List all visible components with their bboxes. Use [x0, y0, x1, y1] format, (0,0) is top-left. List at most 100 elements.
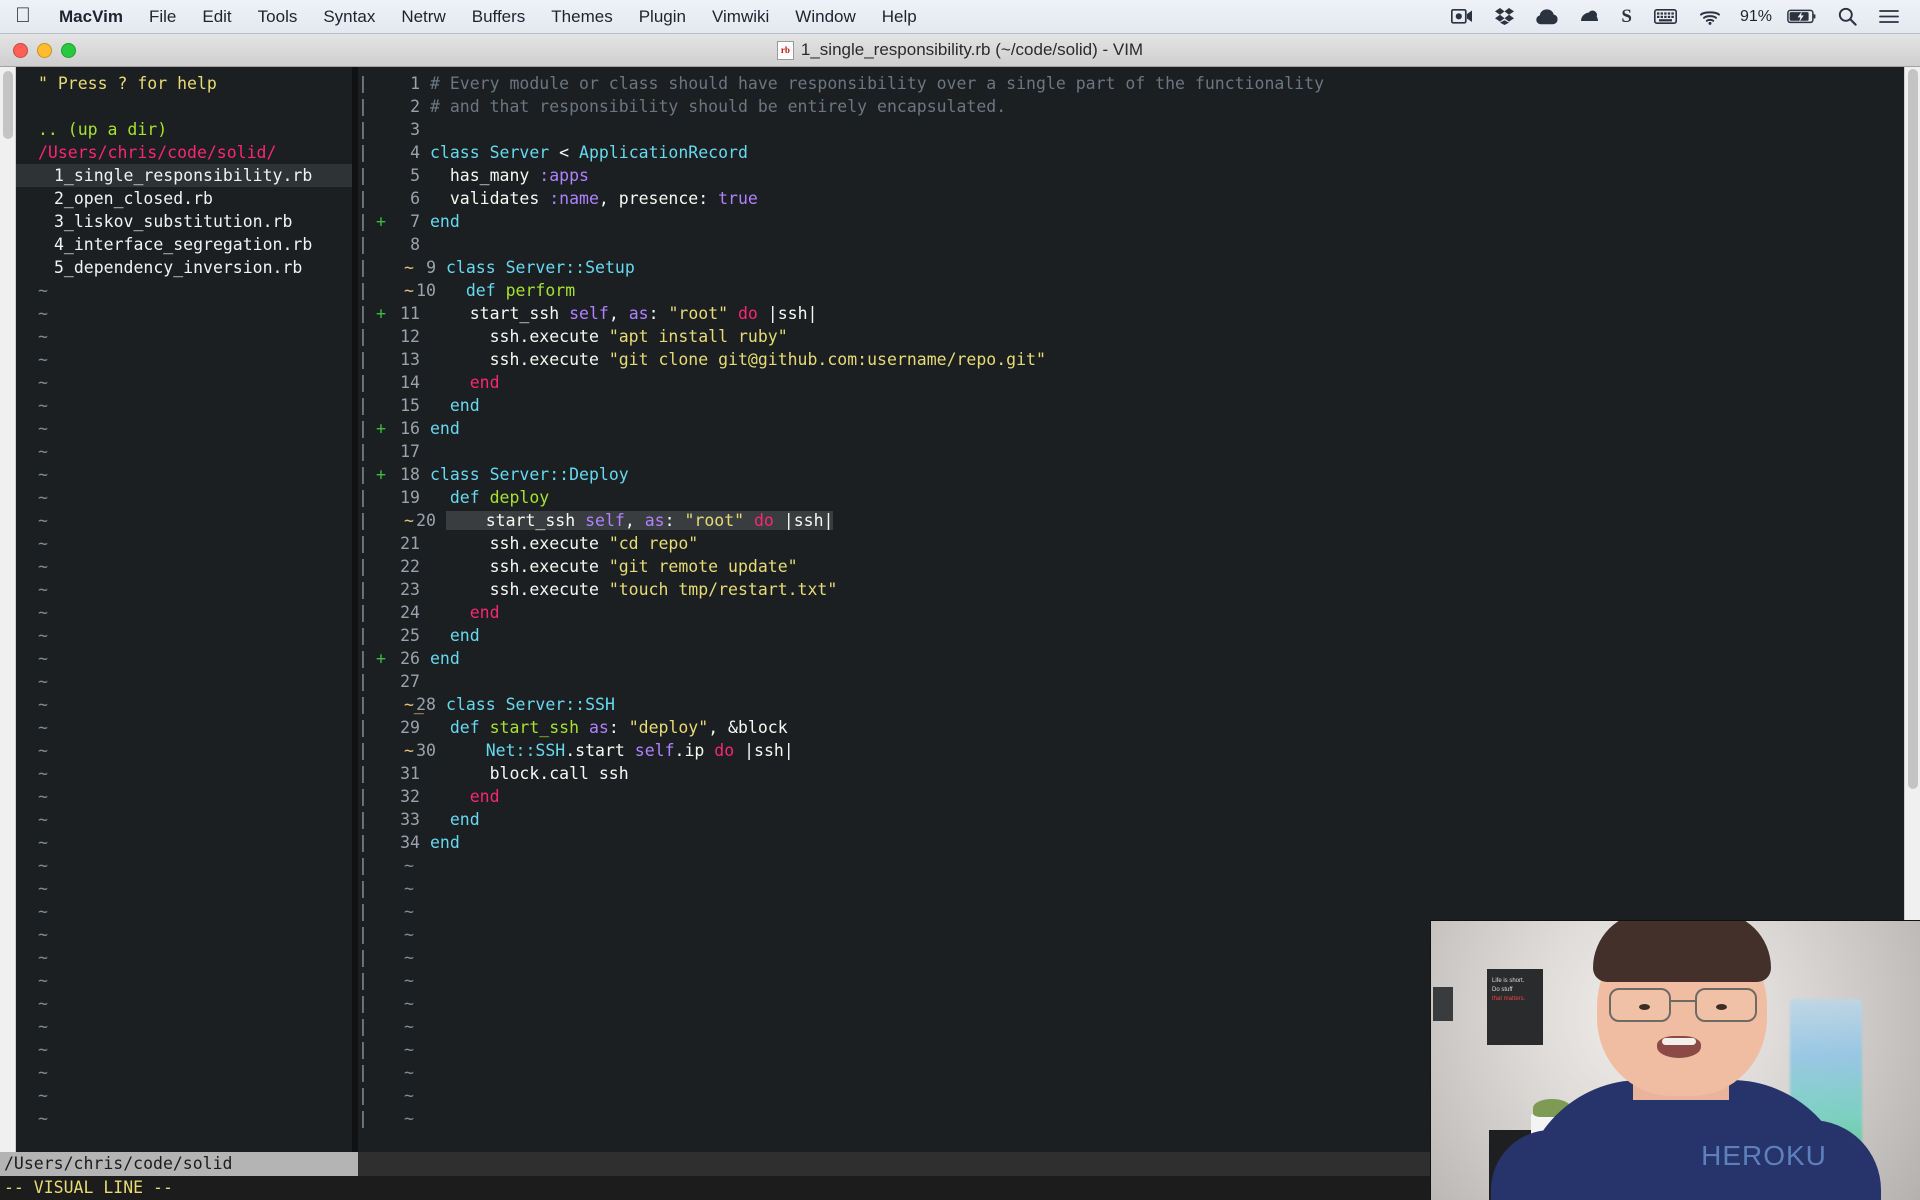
apple-logo-icon[interactable]: : [0, 5, 46, 29]
line-content[interactable]: end: [430, 647, 1904, 670]
line-content[interactable]: [430, 118, 1904, 141]
code-line[interactable]: | 29 def start_ssh as: "deploy", &block: [358, 716, 1904, 739]
cloud-icon[interactable]: [1525, 0, 1569, 34]
search-icon[interactable]: [1827, 0, 1868, 34]
line-content[interactable]: end: [430, 624, 1904, 647]
keyboard-icon[interactable]: [1643, 0, 1688, 34]
line-content[interactable]: # and that responsibility should be enti…: [430, 95, 1904, 118]
code-line[interactable]: | +7 end: [358, 210, 1904, 233]
code-line[interactable]: | 27: [358, 670, 1904, 693]
line-content[interactable]: Net::SSH.start self.ip do |ssh|: [446, 739, 1904, 762]
menu-item-edit[interactable]: Edit: [189, 7, 244, 27]
menu-item-macvim[interactable]: MacVim: [46, 7, 136, 27]
battery-charging-icon[interactable]: [1776, 0, 1827, 34]
dropbox-icon[interactable]: [1484, 0, 1525, 34]
line-content[interactable]: end: [430, 417, 1904, 440]
netrw-file-1[interactable]: 1_single_responsibility.rb: [16, 164, 352, 187]
netrw-file-4[interactable]: 4_interface_segregation.rb: [16, 233, 352, 256]
code-line[interactable]: | 5 has_many :apps: [358, 164, 1904, 187]
code-line[interactable]: | 14 end: [358, 371, 1904, 394]
menu-item-themes[interactable]: Themes: [538, 7, 625, 27]
line-content[interactable]: [430, 440, 1904, 463]
code-line[interactable]: | 34 end: [358, 831, 1904, 854]
moon-icon[interactable]: [1569, 0, 1610, 34]
code-line[interactable]: | 23 ssh.execute "touch tmp/restart.txt": [358, 578, 1904, 601]
code-line[interactable]: | +11 start_ssh self, as: "root" do |ssh|: [358, 302, 1904, 325]
line-content[interactable]: end: [430, 785, 1904, 808]
code-line[interactable]: | 8: [358, 233, 1904, 256]
screen-record-icon[interactable]: [1440, 0, 1484, 34]
line-content[interactable]: end: [430, 210, 1904, 233]
code-line[interactable]: | 3: [358, 118, 1904, 141]
line-content[interactable]: def perform: [446, 279, 1904, 302]
line-content[interactable]: [430, 670, 1904, 693]
line-content[interactable]: end: [430, 394, 1904, 417]
netrw-file-5[interactable]: 5_dependency_inversion.rb: [16, 256, 352, 279]
code-line[interactable]: | 22 ssh.execute "git remote update": [358, 555, 1904, 578]
line-content[interactable]: ssh.execute "cd repo": [430, 532, 1904, 555]
code-line[interactable]: | 6 validates :name, presence: true: [358, 187, 1904, 210]
line-content[interactable]: start_ssh self, as: "root" do |ssh|: [446, 509, 1904, 532]
line-content[interactable]: # Every module or class should have resp…: [430, 72, 1904, 95]
code-line[interactable]: | ~10 def perform: [358, 279, 1904, 302]
code-line[interactable]: | 25 end: [358, 624, 1904, 647]
code-line[interactable]: | 1 # Every module or class should have r…: [358, 72, 1904, 95]
line-content[interactable]: end: [430, 371, 1904, 394]
netrw-file-2[interactable]: 2_open_closed.rb: [16, 187, 352, 210]
line-content[interactable]: validates :name, presence: true: [430, 187, 1904, 210]
code-line[interactable]: | ~9 class Server::Setup: [358, 256, 1904, 279]
code-line[interactable]: | +16 end: [358, 417, 1904, 440]
right-scrollbar-thumb[interactable]: [1908, 69, 1918, 789]
code-line[interactable]: | +26 end: [358, 647, 1904, 670]
code-line[interactable]: | 12 ssh.execute "apt install ruby": [358, 325, 1904, 348]
code-line[interactable]: | +18 class Server::Deploy: [358, 463, 1904, 486]
code-line[interactable]: | 17: [358, 440, 1904, 463]
line-content[interactable]: class Server::Setup: [446, 256, 1904, 279]
line-content[interactable]: class Server::SSH: [446, 693, 1904, 716]
code-line[interactable]: | 33 end: [358, 808, 1904, 831]
line-content[interactable]: ssh.execute "git remote update": [430, 555, 1904, 578]
menu-item-file[interactable]: File: [136, 7, 189, 27]
code-line[interactable]: | 31 block.call ssh: [358, 762, 1904, 785]
line-content[interactable]: ssh.execute "touch tmp/restart.txt": [430, 578, 1904, 601]
menu-item-tools[interactable]: Tools: [245, 7, 311, 27]
line-content[interactable]: end: [430, 601, 1904, 624]
code-line[interactable]: | 24 end: [358, 601, 1904, 624]
control-center-icon[interactable]: [1868, 0, 1910, 34]
menu-item-buffers[interactable]: Buffers: [459, 7, 539, 27]
code-line[interactable]: | 19 def deploy: [358, 486, 1904, 509]
code-line[interactable]: | 32 end: [358, 785, 1904, 808]
line-content[interactable]: [430, 233, 1904, 256]
netrw-file-3[interactable]: 3_liskov_substitution.rb: [16, 210, 352, 233]
menu-item-window[interactable]: Window: [782, 7, 868, 27]
code-line[interactable]: | ~30 Net::SSH.start self.ip do |ssh|: [358, 739, 1904, 762]
code-line[interactable]: | 21 ssh.execute "cd repo": [358, 532, 1904, 555]
line-content[interactable]: class Server::Deploy: [430, 463, 1904, 486]
menu-item-help[interactable]: Help: [869, 7, 930, 27]
wifi-icon[interactable]: [1688, 0, 1732, 34]
line-content[interactable]: def deploy: [430, 486, 1904, 509]
code-line[interactable]: | 13 ssh.execute "git clone git@github.c…: [358, 348, 1904, 371]
line-content[interactable]: has_many :apps: [430, 164, 1904, 187]
code-line[interactable]: | 2 # and that responsibility should be e…: [358, 95, 1904, 118]
code-line[interactable]: | 15 end: [358, 394, 1904, 417]
netrw-file-explorer[interactable]: " Press ? for help .. (up a dir) /Users/…: [16, 67, 352, 1152]
line-content[interactable]: block.call ssh: [430, 762, 1904, 785]
left-scrollbar-thumb[interactable]: [3, 71, 13, 139]
code-line[interactable]: | ~20 start_ssh self, as: "root" do |ssh|: [358, 509, 1904, 532]
line-content[interactable]: ssh.execute "apt install ruby": [430, 325, 1904, 348]
line-content[interactable]: ssh.execute "git clone git@github.com:us…: [430, 348, 1904, 371]
window-title-bar[interactable]: rb 1_single_responsibility.rb (~/code/so…: [0, 34, 1920, 67]
line-content[interactable]: end: [430, 831, 1904, 854]
menu-item-syntax[interactable]: Syntax: [310, 7, 388, 27]
code-line[interactable]: | 4 class Server < ApplicationRecord: [358, 141, 1904, 164]
left-scrollbar[interactable]: [0, 67, 16, 1152]
line-content[interactable]: class Server < ApplicationRecord: [430, 141, 1904, 164]
line-content[interactable]: start_ssh self, as: "root" do |ssh|: [430, 302, 1904, 325]
line-content[interactable]: end: [430, 808, 1904, 831]
spectacle-s-icon[interactable]: S: [1610, 0, 1643, 34]
netrw-up-a-dir[interactable]: .. (up a dir): [16, 118, 352, 141]
menu-item-plugin[interactable]: Plugin: [626, 7, 699, 27]
line-content[interactable]: def start_ssh as: "deploy", &block: [430, 716, 1904, 739]
menu-item-netrw[interactable]: Netrw: [388, 7, 458, 27]
